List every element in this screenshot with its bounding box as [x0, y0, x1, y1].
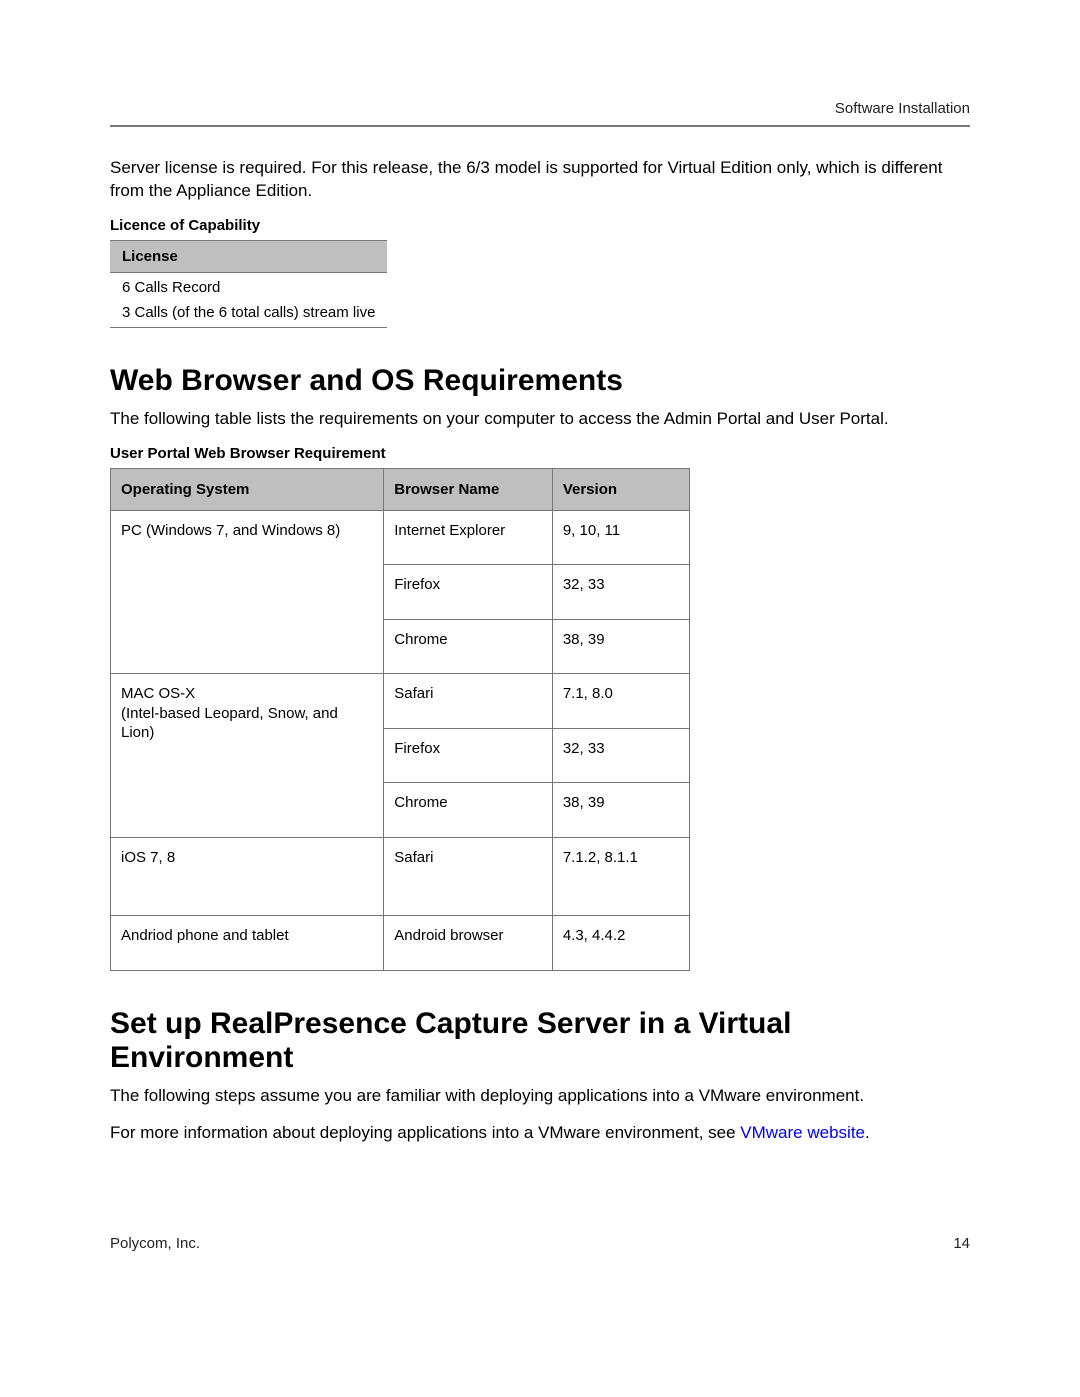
license-caption: Licence of Capability — [110, 217, 970, 234]
col-version: Version — [552, 468, 689, 510]
page-section-label: Software Installation — [835, 100, 970, 117]
table-cell-version: 7.1.2, 8.1.1 — [552, 837, 689, 916]
intro-paragraph: Server license is required. For this rel… — [110, 157, 970, 203]
browser-table-caption: User Portal Web Browser Requirement — [110, 445, 970, 462]
license-table: License 6 Calls Record 3 Calls (of the 6… — [110, 240, 387, 328]
table-cell-browser: Internet Explorer — [384, 510, 553, 565]
table-cell-browser: Safari — [384, 837, 553, 916]
section2-para2: For more information about deploying app… — [110, 1122, 970, 1145]
header-rule — [110, 125, 970, 127]
table-cell-version: 4.3, 4.4.2 — [552, 916, 689, 971]
table-cell-browser: Firefox — [384, 565, 553, 620]
section-heading-browser-os: Web Browser and OS Requirements — [110, 364, 970, 398]
footer-left: Polycom, Inc. — [110, 1235, 200, 1252]
col-browser: Browser Name — [384, 468, 553, 510]
section2-para2-post: . — [865, 1123, 870, 1142]
table-cell-os: PC (Windows 7, and Windows 8) — [111, 510, 384, 674]
table-cell-version: 38, 39 — [552, 783, 689, 838]
section2-para1: The following steps assume you are famil… — [110, 1085, 970, 1108]
section-heading-setup: Set up RealPresence Capture Server in a … — [110, 1007, 970, 1075]
table-cell-browser: Firefox — [384, 728, 553, 783]
footer-page-number: 14 — [953, 1235, 970, 1252]
section2-para2-pre: For more information about deploying app… — [110, 1123, 740, 1142]
table-cell-browser: Chrome — [384, 783, 553, 838]
table-cell-browser: Safari — [384, 674, 553, 729]
table-cell-version: 32, 33 — [552, 565, 689, 620]
license-row: 6 Calls Record — [110, 272, 387, 298]
table-cell-os: iOS 7, 8 — [111, 837, 384, 916]
table-cell-os: MAC OS-X (Intel-based Leopard, Snow, and… — [111, 674, 384, 838]
table-cell-version: 32, 33 — [552, 728, 689, 783]
col-os: Operating System — [111, 468, 384, 510]
table-cell-version: 9, 10, 11 — [552, 510, 689, 565]
license-table-header: License — [110, 240, 387, 272]
section1-paragraph: The following table lists the requiremen… — [110, 408, 970, 431]
table-cell-browser: Chrome — [384, 619, 553, 674]
table-cell-version: 7.1, 8.0 — [552, 674, 689, 729]
license-row: 3 Calls (of the 6 total calls) stream li… — [110, 298, 387, 328]
browser-requirements-table: Operating System Browser Name Version PC… — [110, 468, 690, 971]
table-cell-os: Andriod phone and tablet — [111, 916, 384, 971]
vmware-website-link[interactable]: VMware website — [740, 1123, 865, 1142]
table-cell-browser: Android browser — [384, 916, 553, 971]
page-footer: Polycom, Inc. 14 — [110, 1235, 970, 1252]
table-cell-version: 38, 39 — [552, 619, 689, 674]
